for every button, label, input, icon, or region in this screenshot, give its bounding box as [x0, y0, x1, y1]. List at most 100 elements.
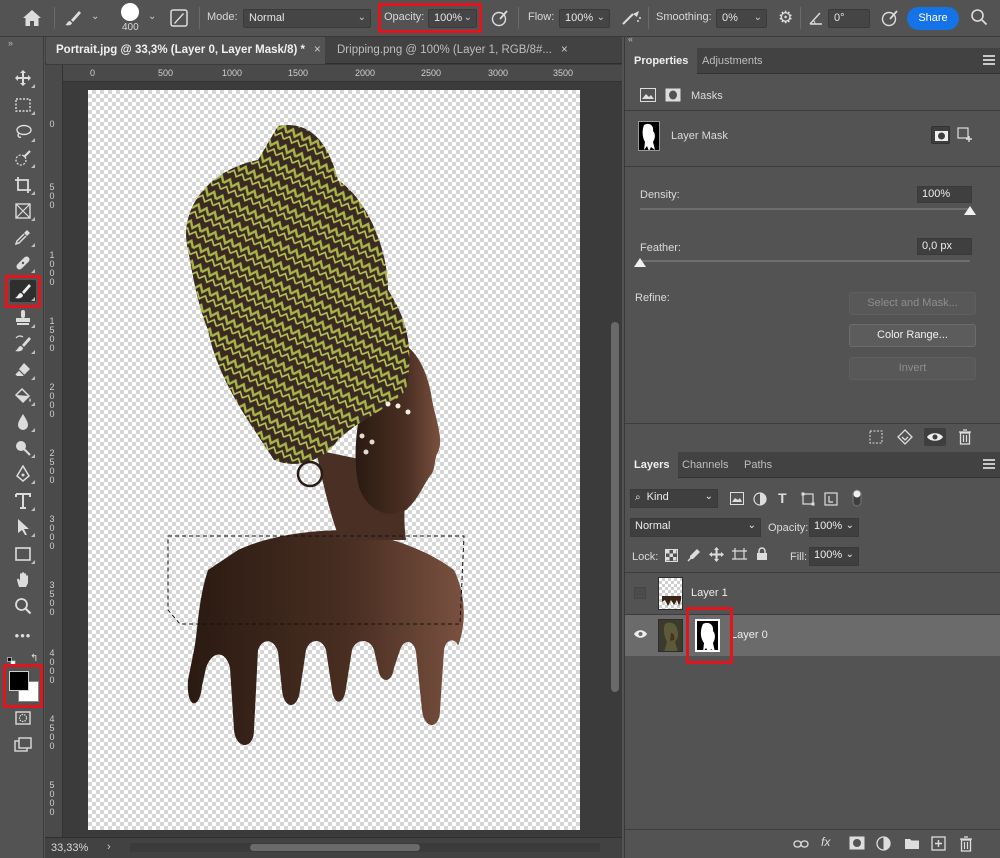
filter-smart-object-icon[interactable]: [824, 492, 838, 509]
eyedropper-tool-icon[interactable]: [10, 226, 36, 248]
horizontal-scrollbar[interactable]: [130, 843, 600, 852]
collapse-panels-icon[interactable]: «: [628, 34, 633, 44]
path-selection-tool-icon[interactable]: [10, 516, 36, 538]
rectangle-tool-icon[interactable]: [10, 543, 36, 565]
crop-tool-icon[interactable]: [10, 174, 36, 196]
delete-layer-icon[interactable]: [959, 836, 973, 855]
history-brush-tool-icon[interactable]: [10, 333, 36, 355]
healing-brush-tool-icon[interactable]: [10, 252, 36, 274]
filter-adjustment-icon[interactable]: [753, 492, 767, 509]
brush-settings-icon[interactable]: [170, 9, 188, 30]
flow-field[interactable]: 100% ⌄: [559, 9, 610, 28]
dodge-tool-icon[interactable]: [10, 437, 36, 459]
marquee-tool-icon[interactable]: [10, 94, 36, 116]
clone-stamp-tool-icon[interactable]: [10, 307, 36, 329]
delete-mask-icon[interactable]: [958, 429, 972, 448]
home-icon[interactable]: [22, 9, 42, 30]
layer-0-name[interactable]: Layer 0: [731, 629, 768, 641]
tab-portrait[interactable]: Portrait.jpg @ 33,3% (Layer 0, Layer Mas…: [46, 37, 325, 64]
fill-field[interactable]: 100% ⌄: [809, 547, 859, 566]
lock-image-icon[interactable]: [687, 548, 701, 565]
zoom-level[interactable]: 33,33%: [51, 842, 88, 854]
zoom-tool-icon[interactable]: [10, 595, 36, 617]
layer-filter-dropdown[interactable]: ⌕ Kind ⌄: [630, 489, 718, 508]
airbrush-icon[interactable]: [621, 9, 643, 30]
close-icon[interactable]: ×: [314, 37, 321, 64]
edit-toolbar-icon[interactable]: •••: [10, 624, 36, 646]
tab-properties[interactable]: Properties: [625, 48, 698, 74]
gear-icon[interactable]: ⚙: [778, 8, 793, 28]
pen-tool-icon[interactable]: [10, 463, 36, 485]
add-layer-mask-icon[interactable]: [849, 836, 865, 853]
invert-button[interactable]: Invert: [849, 357, 976, 380]
layer-row-layer-0[interactable]: 𝄃 Layer 0: [625, 615, 1000, 656]
adjustment-layer-icon[interactable]: [876, 836, 891, 854]
status-arrow-icon[interactable]: ›: [107, 841, 111, 853]
quick-mask-icon[interactable]: [10, 707, 36, 729]
scrollbar-thumb[interactable]: [611, 322, 619, 692]
frame-tool-icon[interactable]: [10, 200, 36, 222]
quick-selection-tool-icon[interactable]: [10, 147, 36, 169]
hand-tool-icon[interactable]: [10, 569, 36, 591]
density-field[interactable]: 100%: [917, 186, 972, 203]
layer-0-mask-thumbnail[interactable]: [695, 619, 720, 652]
vertical-scrollbar[interactable]: [608, 82, 622, 850]
angle-field[interactable]: 0°: [828, 9, 870, 28]
document-canvas[interactable]: [88, 90, 580, 830]
lock-position-icon[interactable]: [709, 547, 724, 565]
feather-slider-track[interactable]: [640, 260, 970, 262]
layer-opacity-field[interactable]: 100% ⌄: [809, 518, 859, 537]
brush-tool-preset-icon[interactable]: [64, 9, 84, 30]
brush-tool-icon[interactable]: [10, 280, 36, 302]
add-vector-mask-icon[interactable]: [957, 127, 973, 146]
tab-dripping[interactable]: Dripping.png @ 100% (Layer 1, RGB/8#... ×: [327, 37, 580, 64]
select-pixel-mask-icon[interactable]: [931, 126, 950, 144]
apply-mask-icon[interactable]: [897, 429, 913, 448]
visibility-toggle-empty[interactable]: [634, 587, 646, 599]
screen-mode-icon[interactable]: [10, 734, 36, 756]
blend-mode-dropdown[interactable]: Normal ⌄: [630, 518, 761, 537]
new-group-icon[interactable]: [904, 837, 920, 853]
select-and-mask-button[interactable]: Select and Mask...: [849, 292, 976, 315]
filter-shape-icon[interactable]: [801, 492, 815, 509]
tab-layers[interactable]: Layers: [625, 452, 679, 478]
color-range-button[interactable]: Color Range...: [849, 324, 976, 347]
scrollbar-thumb[interactable]: [250, 844, 420, 851]
toggle-mask-eye-icon[interactable]: [924, 428, 946, 446]
pressure-size-icon[interactable]: [880, 9, 900, 30]
chain-link-icon[interactable]: 𝄃: [686, 628, 688, 641]
layer-1-name[interactable]: Layer 1: [691, 587, 728, 599]
foreground-color-swatch[interactable]: [9, 671, 29, 691]
eraser-tool-icon[interactable]: [10, 359, 36, 381]
load-selection-icon[interactable]: [869, 430, 883, 447]
chevron-down-icon[interactable]: ⌄: [91, 11, 99, 22]
new-layer-icon[interactable]: [931, 836, 946, 854]
density-slider-track[interactable]: [640, 208, 970, 210]
pixel-mask-icon[interactable]: [640, 88, 656, 104]
layer-effects-icon[interactable]: fx: [821, 835, 830, 849]
lock-transparent-icon[interactable]: [665, 549, 678, 565]
link-layers-icon[interactable]: [793, 837, 809, 854]
blur-tool-icon[interactable]: [10, 411, 36, 433]
paint-bucket-tool-icon[interactable]: [10, 385, 36, 407]
move-tool-icon[interactable]: [10, 67, 36, 89]
opacity-field[interactable]: 100% ⌄: [428, 9, 477, 28]
tab-paths[interactable]: Paths: [735, 452, 781, 478]
panel-menu-icon[interactable]: [983, 459, 995, 469]
tab-channels[interactable]: Channels: [673, 452, 737, 478]
smoothing-field[interactable]: 0% ⌄: [716, 9, 767, 28]
tab-adjustments[interactable]: Adjustments: [693, 48, 772, 74]
swap-colors-icon[interactable]: ↰: [30, 653, 38, 664]
default-colors-icon[interactable]: [7, 657, 17, 670]
eye-icon[interactable]: [633, 628, 648, 643]
lock-all-icon[interactable]: [756, 547, 768, 564]
filter-type-icon[interactable]: T: [778, 490, 787, 506]
feather-slider-thumb[interactable]: [634, 258, 646, 267]
lasso-tool-icon[interactable]: [10, 121, 36, 143]
lock-artboard-icon[interactable]: [732, 548, 747, 565]
brush-size-icon[interactable]: [121, 3, 139, 21]
layer-row-layer-1[interactable]: Layer 1: [625, 573, 1000, 614]
filter-toggle-icon[interactable]: [852, 489, 862, 510]
pressure-opacity-icon[interactable]: [490, 9, 510, 30]
mode-dropdown[interactable]: Normal ⌄: [243, 9, 371, 28]
